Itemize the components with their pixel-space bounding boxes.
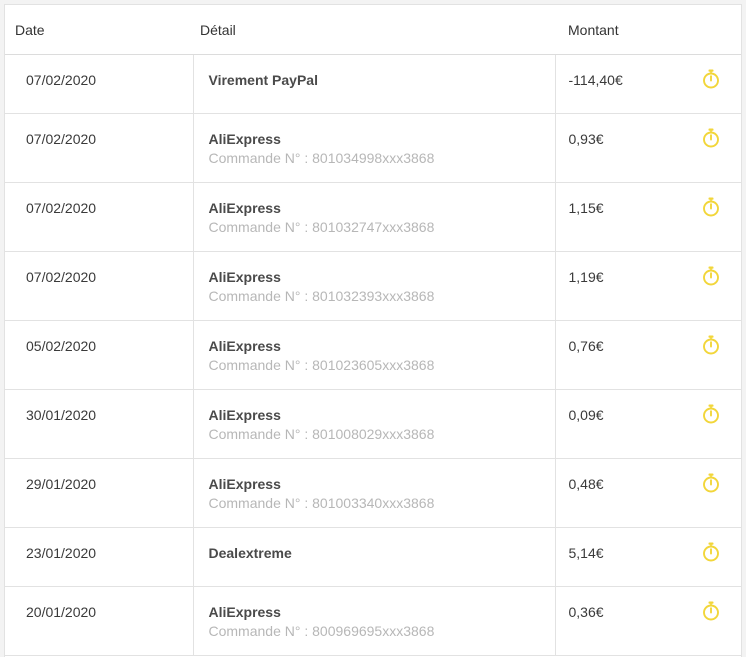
table-header: Date Détail Montant	[5, 5, 741, 55]
order-number: Commande N° : 801008029xxx3868	[208, 426, 435, 442]
merchant-name: AliExpress	[208, 200, 281, 216]
cell-amount: 0,76€	[554, 320, 655, 390]
cell-amount: 1,19€	[554, 251, 655, 321]
transaction-date: 20/01/2020	[26, 604, 97, 620]
merchant-name: AliExpress	[208, 604, 281, 620]
cell-detail: AliExpress Commande N° : 800969695xxx386…	[192, 586, 555, 656]
cell-amount: 0,36€	[554, 586, 655, 656]
merchant-name: Dealextreme	[208, 545, 292, 561]
stopwatch-icon	[702, 542, 720, 562]
transactions-panel: Date Détail Montant 07/02/2020 Virement …	[4, 4, 742, 657]
cell-amount: 0,48€	[554, 458, 655, 528]
merchant-name: Virement PayPal	[208, 72, 318, 88]
table-row[interactable]: 29/01/2020 AliExpress Commande N° : 8010…	[5, 458, 741, 528]
cell-detail: AliExpress Commande N° : 801034998xxx386…	[192, 113, 555, 183]
table-body: 07/02/2020 Virement PayPal -114,40€ 07/0…	[5, 54, 741, 656]
order-number: Commande N° : 800969695xxx3868	[208, 623, 435, 639]
cell-date: 07/02/2020	[5, 182, 193, 252]
stopwatch-icon	[702, 601, 720, 621]
cell-detail: AliExpress Commande N° : 801032747xxx386…	[192, 182, 555, 252]
column-header-detail[interactable]: Détail	[193, 5, 555, 55]
cell-date: 07/02/2020	[5, 54, 193, 114]
cell-date: 20/01/2020	[5, 586, 193, 656]
cell-detail: AliExpress Commande N° : 801003340xxx386…	[192, 458, 555, 528]
merchant-name: AliExpress	[208, 407, 281, 423]
transaction-date: 07/02/2020	[26, 131, 97, 147]
cell-detail: AliExpress Commande N° : 801008029xxx386…	[192, 389, 555, 459]
order-number: Commande N° : 801032393xxx3868	[208, 288, 435, 304]
merchant-name: AliExpress	[208, 476, 281, 492]
table-row[interactable]: 23/01/2020 Dealextreme 5,14€	[5, 527, 741, 587]
transaction-amount: 0,76€	[568, 338, 604, 354]
transaction-amount: 1,19€	[568, 269, 604, 285]
cell-detail: AliExpress Commande N° : 801023605xxx386…	[192, 320, 555, 390]
transaction-date: 07/02/2020	[26, 200, 97, 216]
transaction-date: 29/01/2020	[26, 476, 97, 492]
transaction-date: 30/01/2020	[26, 407, 97, 423]
merchant-name: AliExpress	[208, 338, 281, 354]
merchant-name: AliExpress	[208, 131, 281, 147]
cell-date: 07/02/2020	[5, 251, 193, 321]
table-row[interactable]: 30/01/2020 AliExpress Commande N° : 8010…	[5, 389, 741, 459]
stopwatch-icon	[702, 266, 720, 286]
table-row[interactable]: 07/02/2020 AliExpress Commande N° : 8010…	[5, 113, 741, 183]
cell-detail: AliExpress Commande N° : 801032393xxx386…	[192, 251, 555, 321]
cell-status	[655, 586, 741, 656]
order-number: Commande N° : 801023605xxx3868	[208, 357, 435, 373]
cell-status	[655, 320, 741, 390]
transaction-amount: 0,48€	[568, 476, 604, 492]
table-row[interactable]: 07/02/2020 Virement PayPal -114,40€	[5, 54, 741, 114]
cell-date: 30/01/2020	[5, 389, 193, 459]
cell-date: 23/01/2020	[5, 527, 193, 587]
cell-detail: Dealextreme	[192, 527, 555, 587]
merchant-name: AliExpress	[208, 269, 281, 285]
transaction-amount: -114,40€	[568, 72, 623, 88]
transaction-date: 07/02/2020	[26, 269, 97, 285]
order-number: Commande N° : 801032747xxx3868	[208, 219, 435, 235]
cell-status	[655, 54, 741, 114]
stopwatch-icon	[702, 335, 720, 355]
order-number: Commande N° : 801003340xxx3868	[208, 495, 435, 511]
column-header-date[interactable]: Date	[5, 5, 193, 55]
cell-detail: Virement PayPal	[192, 54, 555, 114]
cell-amount: -114,40€	[554, 54, 655, 114]
transaction-amount: 0,93€	[568, 131, 604, 147]
transactions-table: Date Détail Montant 07/02/2020 Virement …	[5, 5, 741, 656]
transaction-amount: 0,36€	[568, 604, 604, 620]
stopwatch-icon	[702, 473, 720, 493]
table-row[interactable]: 07/02/2020 AliExpress Commande N° : 8010…	[5, 182, 741, 252]
table-row[interactable]: 07/02/2020 AliExpress Commande N° : 8010…	[5, 251, 741, 321]
cell-date: 05/02/2020	[5, 320, 193, 390]
transaction-date: 05/02/2020	[26, 338, 97, 354]
cell-status	[655, 113, 741, 183]
column-header-amount[interactable]: Montant	[555, 5, 655, 55]
transaction-amount: 1,15€	[568, 200, 604, 216]
order-number: Commande N° : 801034998xxx3868	[208, 150, 435, 166]
stopwatch-icon	[702, 404, 720, 424]
transaction-amount: 5,14€	[568, 545, 604, 561]
column-header-status	[655, 5, 741, 55]
cell-date: 07/02/2020	[5, 113, 193, 183]
table-row[interactable]: 20/01/2020 AliExpress Commande N° : 8009…	[5, 586, 741, 656]
transaction-amount: 0,09€	[568, 407, 604, 423]
cell-date: 29/01/2020	[5, 458, 193, 528]
cell-amount: 0,93€	[554, 113, 655, 183]
cell-status	[655, 251, 741, 321]
cell-amount: 1,15€	[554, 182, 655, 252]
cell-status	[655, 389, 741, 459]
table-row[interactable]: 05/02/2020 AliExpress Commande N° : 8010…	[5, 320, 741, 390]
cell-status	[655, 527, 741, 587]
transaction-date: 23/01/2020	[26, 545, 97, 561]
cell-status	[655, 458, 741, 528]
stopwatch-icon	[702, 128, 720, 148]
cell-amount: 0,09€	[554, 389, 655, 459]
cell-status	[655, 182, 741, 252]
cell-amount: 5,14€	[554, 527, 655, 587]
stopwatch-icon	[702, 197, 720, 217]
transaction-date: 07/02/2020	[26, 72, 97, 88]
stopwatch-icon	[702, 69, 720, 89]
